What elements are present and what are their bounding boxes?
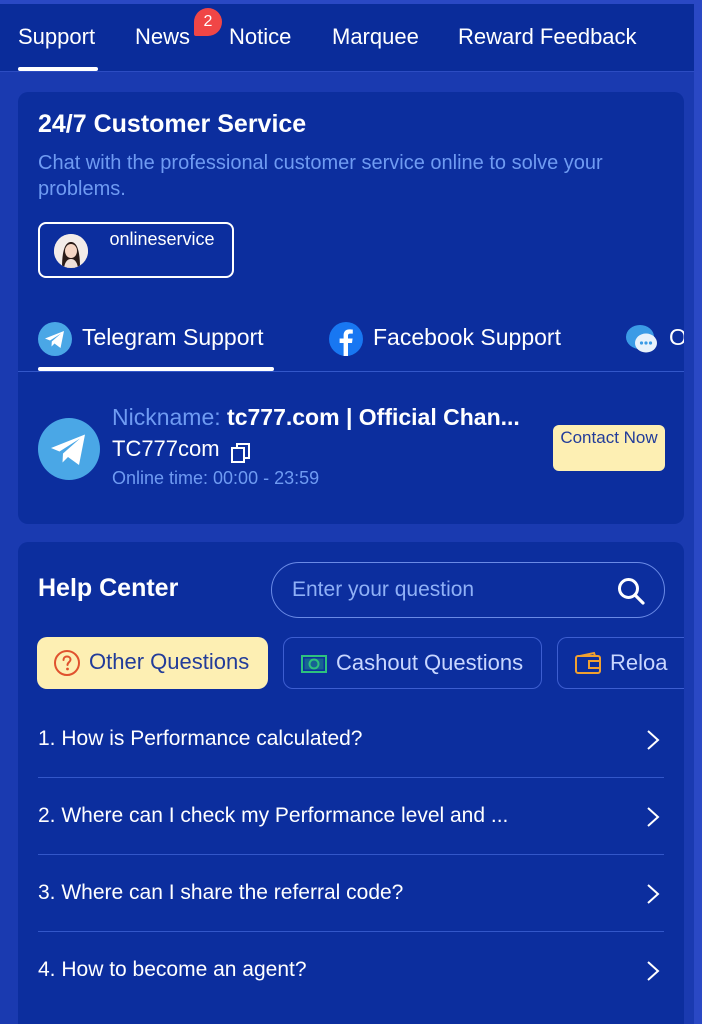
category-reload-label: Reloa bbox=[610, 650, 668, 675]
tab-news[interactable]: News bbox=[135, 24, 190, 50]
telegram-icon bbox=[38, 322, 72, 356]
wallet-icon bbox=[575, 651, 601, 674]
channel-account: TC777com bbox=[112, 436, 220, 461]
help-center-title: Help Center bbox=[38, 574, 179, 602]
tab-facebook-label: Facebook Support bbox=[373, 324, 561, 350]
tab-other-label: O bbox=[669, 324, 684, 350]
search-icon[interactable] bbox=[616, 576, 646, 606]
category-other-label: Other Questions bbox=[89, 649, 250, 674]
support-tab-divider bbox=[18, 371, 684, 372]
faq-item[interactable]: 4. How to become an agent? bbox=[38, 932, 664, 1009]
tab-support[interactable]: Support bbox=[18, 24, 95, 50]
chevron-right-icon bbox=[647, 730, 660, 750]
online-service-label: onlineservice bbox=[109, 229, 215, 249]
faq-question: 2. Where can I check my Performance leve… bbox=[38, 804, 509, 827]
search-placeholder: Enter your question bbox=[292, 578, 475, 601]
faq-question: 4. How to become an agent? bbox=[38, 958, 307, 981]
category-reload-questions[interactable]: Reloa bbox=[557, 637, 684, 689]
telegram-channel-icon bbox=[38, 418, 100, 480]
cashout-icon bbox=[301, 655, 327, 673]
chevron-right-icon bbox=[647, 807, 660, 827]
contact-now-button[interactable]: Contact Now bbox=[553, 425, 665, 471]
avatar bbox=[54, 234, 88, 268]
faq-item[interactable]: 1. How is Performance calculated? bbox=[38, 701, 664, 778]
chevron-right-icon bbox=[647, 884, 660, 904]
news-count-badge: 2 bbox=[194, 8, 222, 36]
tab-telegram-label: Telegram Support bbox=[82, 324, 264, 350]
category-other-questions[interactable]: Other Questions bbox=[37, 637, 268, 689]
faq-question: 1. How is Performance calculated? bbox=[38, 727, 363, 750]
search-input[interactable]: Enter your question bbox=[271, 562, 665, 618]
facebook-icon bbox=[329, 322, 363, 356]
copy-icon[interactable] bbox=[230, 442, 252, 464]
tab-facebook-support[interactable]: Facebook Support bbox=[329, 320, 579, 356]
customer-service-card: 24/7 Customer Service Chat with the prof… bbox=[18, 92, 684, 524]
category-cashout-questions[interactable]: Cashout Questions bbox=[283, 637, 542, 689]
faq-item[interactable]: 2. Where can I check my Performance leve… bbox=[38, 778, 664, 855]
category-cashout-label: Cashout Questions bbox=[336, 650, 524, 675]
tab-notice[interactable]: Notice bbox=[229, 24, 291, 50]
online-service-button[interactable]: onlineservice bbox=[38, 222, 234, 278]
faq-question: 3. Where can I share the referral code? bbox=[38, 881, 404, 904]
channel-nickname: Nickname: tc777.com | Official Chan... bbox=[112, 404, 520, 431]
chat-bubble-icon bbox=[626, 325, 657, 353]
channel-online-time: Online time: 00:00 - 23:59 bbox=[112, 468, 320, 488]
active-tab-indicator bbox=[18, 67, 98, 71]
nickname-key: Nickname: bbox=[112, 404, 221, 430]
help-center-card: Help Center Enter your question Other Qu… bbox=[18, 542, 684, 1024]
customer-service-subtitle: Chat with the professional customer serv… bbox=[38, 152, 603, 200]
tab-telegram-support[interactable]: Telegram Support bbox=[38, 320, 278, 356]
frame-right-border bbox=[694, 0, 702, 1024]
tab-reward-feedback[interactable]: Reward Feedback bbox=[458, 24, 637, 50]
tab-other-support[interactable]: O bbox=[625, 320, 684, 354]
nickname-value: tc777.com | Official Chan... bbox=[227, 404, 520, 430]
tab-marquee[interactable]: Marquee bbox=[332, 24, 419, 50]
question-icon bbox=[54, 650, 80, 676]
top-tab-bar: Support News 2 Notice Marquee Reward Fee… bbox=[0, 4, 694, 72]
chevron-right-icon bbox=[647, 961, 660, 981]
customer-service-title: 24/7 Customer Service bbox=[38, 110, 307, 138]
faq-item[interactable]: 3. Where can I share the referral code? bbox=[38, 855, 664, 932]
